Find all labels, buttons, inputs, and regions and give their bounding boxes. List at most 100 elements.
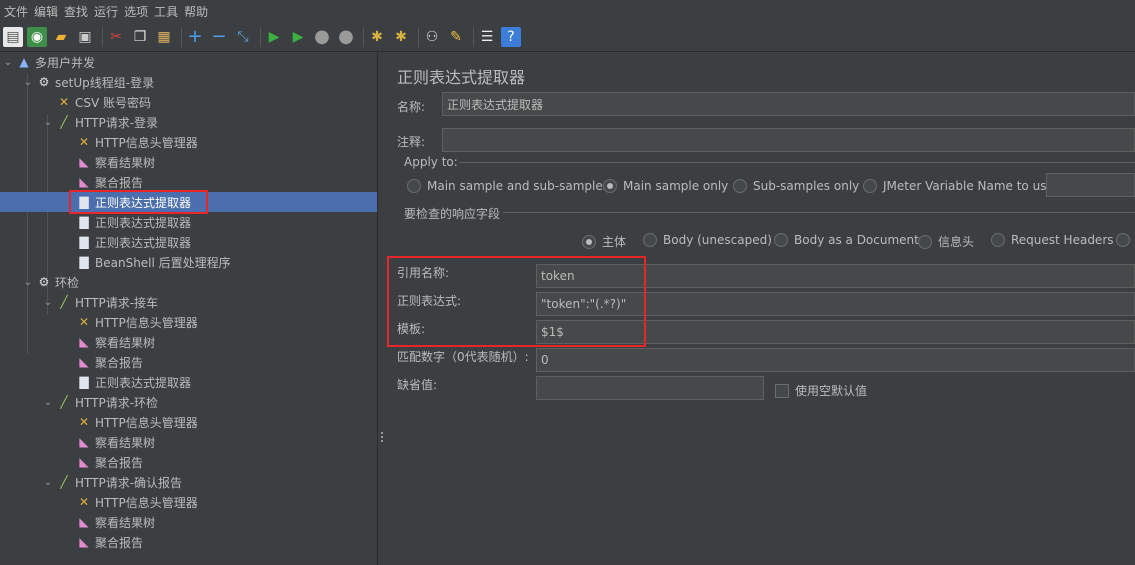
match-number-field[interactable]: 0 xyxy=(536,348,1135,372)
default-value-field[interactable] xyxy=(536,376,764,400)
radio-button xyxy=(1116,233,1130,247)
tree-item[interactable]: ⌄ ╱ HTTP请求-环检 xyxy=(0,392,158,412)
tree-item-label: setUp线程组-登录 xyxy=(55,75,155,90)
radio-button-selected xyxy=(582,234,596,249)
search-icon[interactable]: ⚇ xyxy=(422,27,442,47)
tree-item[interactable]: ✕ HTTP信息头管理器 xyxy=(0,412,198,432)
apply-to-group-border xyxy=(459,162,1135,163)
radio-request-headers[interactable]: Request Headers xyxy=(991,233,1114,247)
config-element-icon: ✕ xyxy=(78,415,90,429)
chevron-down-icon[interactable]: ⌄ xyxy=(2,57,14,68)
menu-tools[interactable]: 工具 xyxy=(154,3,178,20)
comment-field[interactable] xyxy=(442,128,1135,152)
radio-sub-only[interactable]: Sub-samples only xyxy=(733,179,859,193)
tree-item[interactable]: ⌄ ▲ 多用户并发 xyxy=(0,52,95,72)
reset-search-icon[interactable]: ✎ xyxy=(446,27,466,47)
tree-item[interactable]: ▇ 正则表达式提取器 xyxy=(0,232,191,252)
chevron-down-icon[interactable]: ⌄ xyxy=(42,477,54,488)
radio-label: Request Headers xyxy=(1011,233,1114,247)
tree-item[interactable]: ✕ HTTP信息头管理器 xyxy=(0,312,198,332)
radio-label: JMeter Variable Name to use xyxy=(883,179,1054,193)
expand-icon[interactable]: + xyxy=(185,26,205,47)
collapse-icon[interactable]: − xyxy=(209,26,229,47)
clear-icon[interactable]: ✱ xyxy=(367,27,387,47)
start-no-pause-icon[interactable]: ▶ xyxy=(288,27,308,47)
clear-all-icon[interactable]: ✱ xyxy=(391,27,411,47)
tree-item[interactable]: ◣ 察看结果树 xyxy=(0,432,155,452)
sampler-icon: ╱ xyxy=(60,395,68,409)
tree-item[interactable]: ✕ HTTP信息头管理器 xyxy=(0,492,198,512)
templates-icon[interactable]: ◉ xyxy=(27,26,47,47)
cut-icon[interactable]: ✂ xyxy=(106,27,126,47)
tree-item[interactable]: ◣ 聚合报告 xyxy=(0,452,143,472)
tree-item[interactable]: ⌄ ╱ HTTP请求-登录 xyxy=(0,112,158,132)
tree-item-label: 察看结果树 xyxy=(95,515,156,530)
listener-icon: ◣ xyxy=(79,175,89,189)
save-icon[interactable]: ▣ xyxy=(75,27,95,47)
tree-item[interactable]: ▇ 正则表达式提取器 xyxy=(0,212,191,232)
tree-item[interactable]: ⌄ ╱ HTTP请求-接车 xyxy=(0,292,158,312)
tree-item[interactable]: ⌄ ⚙ 环检 xyxy=(0,272,79,292)
radio-main-only[interactable]: Main sample only xyxy=(603,179,728,193)
radio-body-as-document[interactable]: Body as a Document xyxy=(774,233,919,247)
tree-item[interactable]: ⌄ ╱ HTTP请求-确认报告 xyxy=(0,472,182,492)
tree-item[interactable]: ▇ 正则表达式提取器 xyxy=(0,372,191,392)
menu-run[interactable]: 运行 xyxy=(94,3,118,20)
open-icon[interactable]: ▰ xyxy=(51,27,71,47)
radio-headers[interactable]: 信息头 xyxy=(918,233,974,250)
toolbar-separator xyxy=(260,26,261,47)
tree-item-label: HTTP信息头管理器 xyxy=(95,495,198,510)
menu-options[interactable]: 选项 xyxy=(124,3,148,20)
toggle-icon[interactable]: ⤡ xyxy=(233,27,253,47)
paste-icon[interactable]: ▦ xyxy=(154,27,174,47)
tree-item-label: 正则表达式提取器 xyxy=(95,235,192,250)
tree-item[interactable]: ◣ 聚合报告 xyxy=(0,532,143,552)
tree-item[interactable]: ✕ HTTP信息头管理器 xyxy=(0,132,198,152)
stop-icon[interactable]: ● xyxy=(312,26,332,47)
name-field[interactable]: 正则表达式提取器 xyxy=(442,92,1135,116)
tree-item[interactable]: ⌄ ⚙ setUp线程组-登录 xyxy=(0,72,154,92)
menu-help[interactable]: 帮助 xyxy=(184,3,208,20)
tree-item-label: HTTP请求-登录 xyxy=(75,115,159,130)
tree-item[interactable]: ◣ 察看结果树 xyxy=(0,512,155,532)
radio-body-unescaped[interactable]: Body (unescaped) xyxy=(643,233,772,247)
tree-item-label: HTTP请求-确认报告 xyxy=(75,475,183,490)
chevron-down-icon[interactable]: ⌄ xyxy=(22,77,34,88)
radio-main-and-sub[interactable]: Main sample and sub-samples xyxy=(407,179,609,193)
chevron-down-icon[interactable]: ⌄ xyxy=(22,277,34,288)
new-icon[interactable]: ▤ xyxy=(3,26,23,47)
chevron-down-icon[interactable]: ⌄ xyxy=(42,117,54,128)
menu-file[interactable]: 文件 xyxy=(4,3,28,20)
tree-item[interactable]: ◣ 聚合报告 xyxy=(0,352,143,372)
chevron-down-icon[interactable]: ⌄ xyxy=(42,297,54,308)
start-icon[interactable]: ▶ xyxy=(264,27,284,47)
tree-item-label: HTTP请求-接车 xyxy=(75,295,159,310)
radio-label: 主体 xyxy=(602,235,627,249)
menu-edit[interactable]: 编辑 xyxy=(34,3,58,20)
use-empty-default-checkbox[interactable]: 使用空默认值 xyxy=(775,382,867,399)
sampler-icon: ╱ xyxy=(60,115,68,129)
radio-body[interactable]: 主体 xyxy=(582,233,626,250)
copy-icon[interactable]: ❐ xyxy=(130,27,150,47)
tree-item[interactable]: ◣ 察看结果树 xyxy=(0,152,155,172)
tree-item-label: BeanShell 后置处理程序 xyxy=(95,255,231,270)
chevron-down-icon[interactable]: ⌄ xyxy=(42,397,54,408)
tree-item[interactable]: ✕ CSV 账号密码 xyxy=(0,92,151,112)
config-element-icon: ✕ xyxy=(78,135,90,149)
regex-extractor-panel: 正则表达式提取器 名称: 正则表达式提取器 注释: Apply to: Main… xyxy=(385,52,1135,565)
tree-item[interactable]: ◣ 聚合报告 xyxy=(0,172,143,192)
radio-jmeter-variable[interactable]: JMeter Variable Name to use xyxy=(863,179,1054,193)
test-plan-icon: ▲ xyxy=(19,55,29,69)
tree-item[interactable]: ◣ 察看结果树 xyxy=(0,332,155,352)
radio-button xyxy=(774,233,788,247)
jmeter-variable-field[interactable] xyxy=(1046,173,1135,197)
menu-search[interactable]: 查找 xyxy=(64,3,88,20)
help-icon[interactable]: ? xyxy=(501,26,521,47)
shutdown-icon[interactable]: ● xyxy=(336,26,356,47)
radio-more-partial[interactable] xyxy=(1116,233,1135,247)
function-helper-icon[interactable]: ☰ xyxy=(477,27,497,47)
post-processor-icon: ▇ xyxy=(79,375,89,389)
tree-item-label: 聚合报告 xyxy=(95,455,144,470)
tree-item[interactable]: ▇ BeanShell 后置处理程序 xyxy=(0,252,231,272)
listener-icon: ◣ xyxy=(79,355,89,369)
